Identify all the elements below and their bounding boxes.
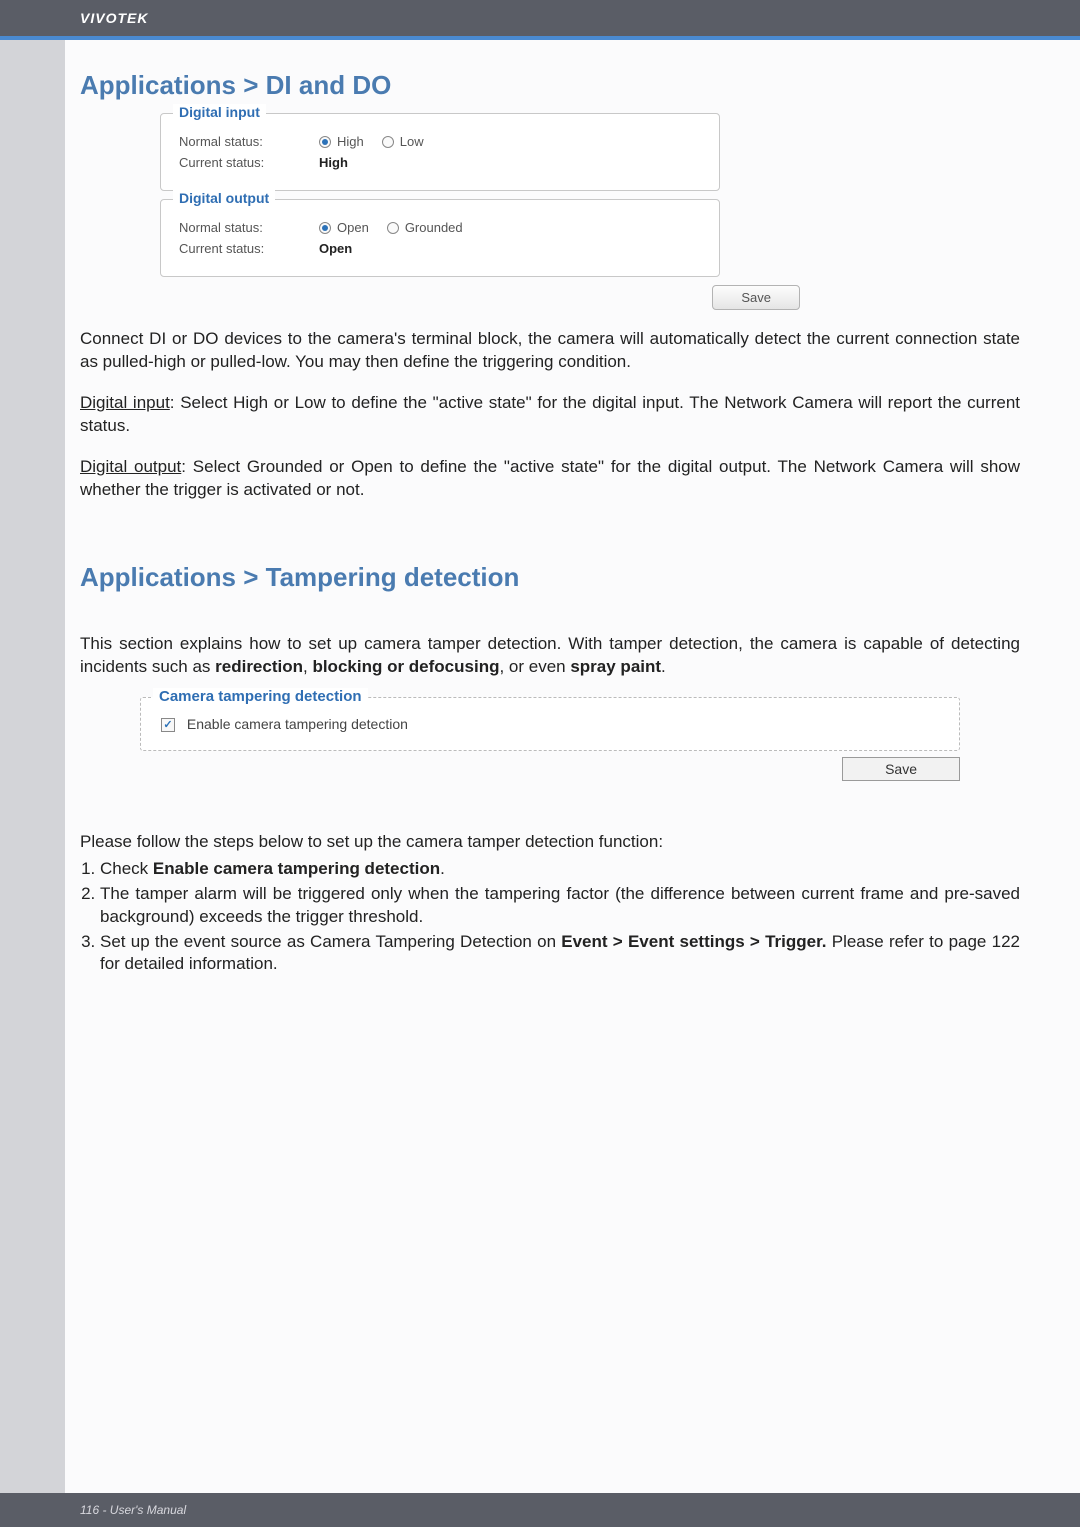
tamper-intro-b1: redirection bbox=[215, 657, 303, 676]
tamper-intro-suffix: . bbox=[661, 657, 666, 676]
step3-prefix: Set up the event source as Camera Tamper… bbox=[100, 932, 561, 951]
radio-high-label: High bbox=[337, 134, 364, 149]
di-do-para2: Digital input: Select High or Low to def… bbox=[80, 392, 1020, 438]
di-do-para2-rest: : Select High or Low to define the "acti… bbox=[80, 393, 1020, 435]
steps-list: Check Enable camera tampering detection.… bbox=[100, 858, 1020, 977]
digital-input-underline: Digital input bbox=[80, 393, 170, 412]
tamper-enable-label: Enable camera tampering detection bbox=[187, 716, 408, 732]
tamper-enable-checkbox[interactable] bbox=[161, 718, 175, 732]
di-do-para3: Digital output: Select Grounded or Open … bbox=[80, 456, 1020, 502]
step1-prefix: Check bbox=[100, 859, 153, 878]
tamper-legend: Camera tampering detection bbox=[153, 688, 368, 705]
tamper-intro-m2: , or even bbox=[499, 657, 570, 676]
do-normal-row: Normal status: Open Grounded bbox=[179, 220, 701, 235]
di-do-para1: Connect DI or DO devices to the camera's… bbox=[80, 328, 1020, 374]
step1-suffix: . bbox=[440, 859, 445, 878]
radio-open-label: Open bbox=[337, 220, 369, 235]
do-normal-label: Normal status: bbox=[179, 220, 319, 235]
radio-low-label: Low bbox=[400, 134, 424, 149]
di-do-save-row: Save bbox=[160, 285, 800, 310]
step-1: Check Enable camera tampering detection. bbox=[100, 858, 1020, 881]
tamper-save-button[interactable]: Save bbox=[842, 757, 960, 781]
section-title-tampering: Applications > Tampering detection bbox=[80, 562, 1020, 593]
save-button[interactable]: Save bbox=[712, 285, 800, 310]
footer-text: 116 - User's Manual bbox=[80, 1503, 186, 1517]
step1-bold: Enable camera tampering detection bbox=[153, 859, 440, 878]
content-area: Applications > DI and DO Digital input N… bbox=[0, 70, 1080, 976]
do-current-value: Open bbox=[319, 241, 352, 256]
footer-bar: 116 - User's Manual bbox=[0, 1493, 1080, 1527]
digital-output-legend: Digital output bbox=[173, 190, 275, 206]
step-3: Set up the event source as Camera Tamper… bbox=[100, 931, 1020, 977]
di-current-row: Current status: High bbox=[179, 155, 701, 170]
di-normal-label: Normal status: bbox=[179, 134, 319, 149]
di-normal-value: High Low bbox=[319, 134, 424, 149]
step3-bold: Event > Event settings > Trigger. bbox=[561, 932, 826, 951]
di-current-label: Current status: bbox=[179, 155, 319, 170]
tamper-intro-b3: spray paint bbox=[570, 657, 661, 676]
di-current-value: High bbox=[319, 155, 348, 170]
radio-high[interactable] bbox=[319, 136, 331, 148]
tamper-group: Camera tampering detection Enable camera… bbox=[140, 697, 960, 751]
do-normal-value: Open Grounded bbox=[319, 220, 463, 235]
tamper-intro: This section explains how to set up came… bbox=[80, 633, 1020, 679]
digital-output-group: Digital output Normal status: Open Groun… bbox=[160, 199, 720, 277]
section-title-di-do: Applications > DI and DO bbox=[80, 70, 1020, 101]
radio-low[interactable] bbox=[382, 136, 394, 148]
radio-grounded-label: Grounded bbox=[405, 220, 463, 235]
do-current-label: Current status: bbox=[179, 241, 319, 256]
digital-output-underline: Digital output bbox=[80, 457, 181, 476]
do-current-row: Current status: Open bbox=[179, 241, 701, 256]
header-divider bbox=[0, 36, 1080, 40]
di-normal-row: Normal status: High Low bbox=[179, 134, 701, 149]
steps-intro: Please follow the steps below to set up … bbox=[80, 831, 1020, 854]
brand-label: VIVOTEK bbox=[80, 10, 148, 26]
radio-grounded[interactable] bbox=[387, 222, 399, 234]
tamper-checkbox-row: Enable camera tampering detection bbox=[161, 716, 939, 732]
tamper-save-row: Save bbox=[80, 757, 960, 781]
digital-input-group: Digital input Normal status: High Low Cu… bbox=[160, 113, 720, 191]
radio-open[interactable] bbox=[319, 222, 331, 234]
di-do-para3-rest: : Select Grounded or Open to define the … bbox=[80, 457, 1020, 499]
tamper-intro-b2: blocking or defocusing bbox=[312, 657, 499, 676]
page: VIVOTEK Applications > DI and DO Digital… bbox=[0, 0, 1080, 1527]
digital-input-legend: Digital input bbox=[173, 104, 266, 120]
header-bar: VIVOTEK bbox=[0, 0, 1080, 36]
step-2: The tamper alarm will be triggered only … bbox=[100, 883, 1020, 929]
